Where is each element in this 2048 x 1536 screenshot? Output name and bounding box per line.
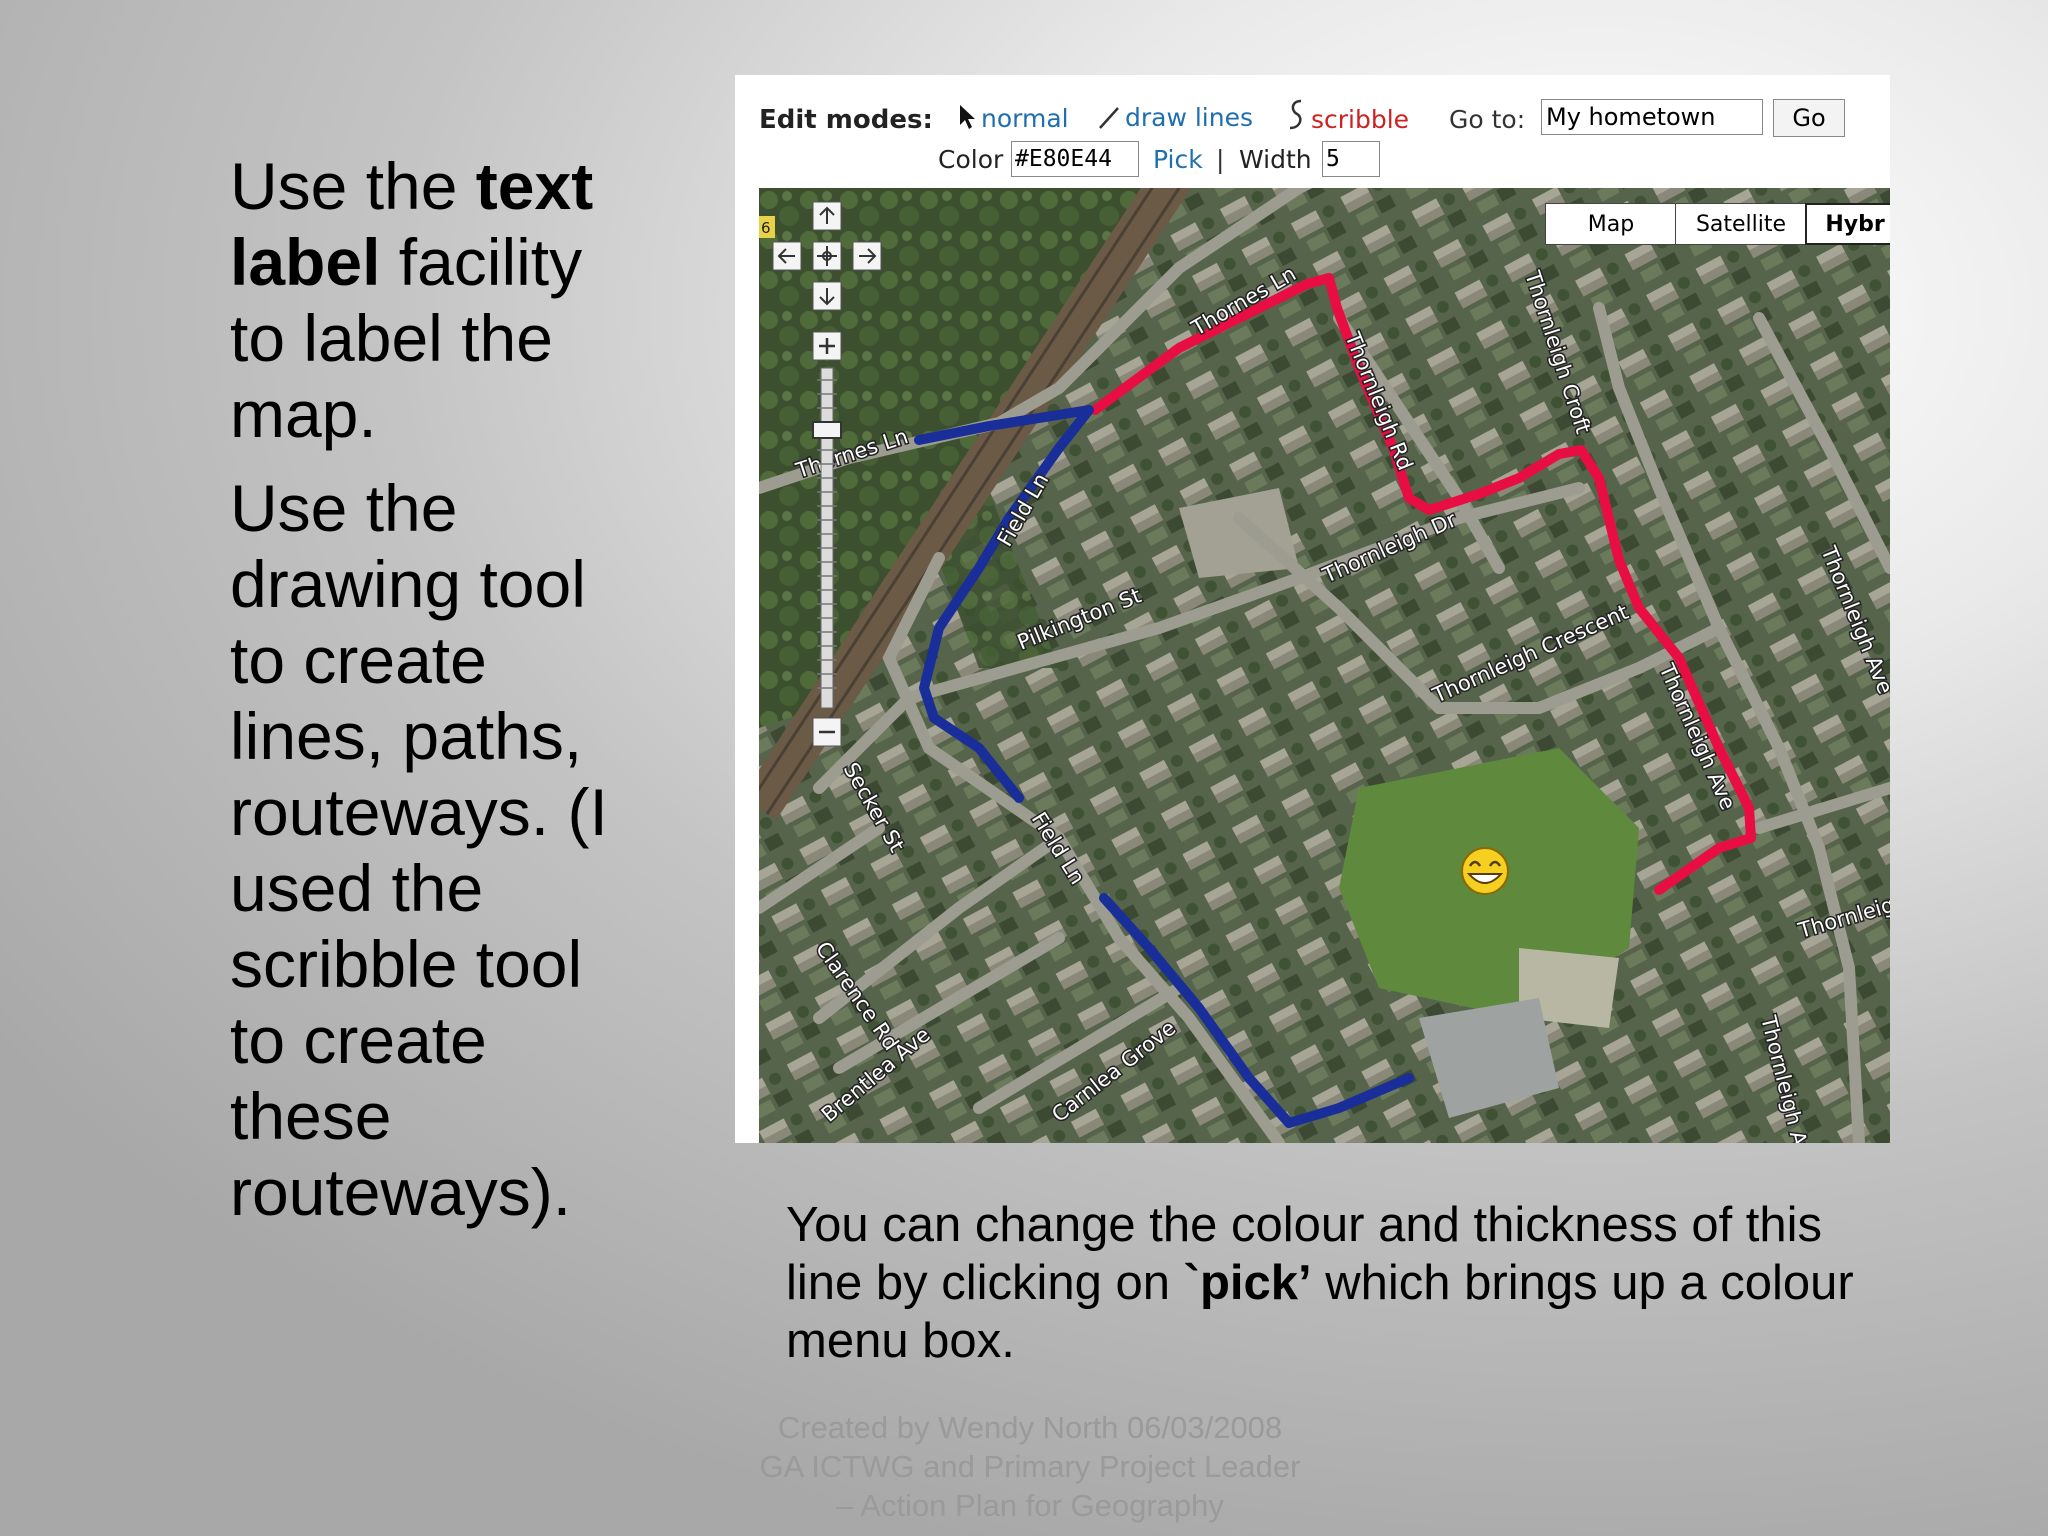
goto-label: Go to:	[1449, 105, 1526, 134]
zoom-slider-track[interactable]	[820, 367, 834, 709]
width-label: Width	[1239, 145, 1312, 174]
footer-line: – Action Plan for Geography	[836, 1488, 1224, 1523]
instruction-text-label: Use the text label facility to label the…	[230, 148, 650, 452]
map-editor-screenshot: Edit modes: normal draw lines scribble G…	[735, 75, 1890, 1143]
scribble-icon	[1289, 99, 1302, 129]
color-label: Color	[938, 145, 1004, 174]
mode-draw-lines-label: draw lines	[1125, 103, 1254, 132]
zoom-out-button[interactable]	[812, 717, 842, 747]
goto-input[interactable]	[1541, 99, 1763, 135]
caption-text: You can change the colour and thickness …	[786, 1196, 1886, 1370]
caption-bold-text: `pick’	[1183, 1256, 1312, 1310]
instruction-text-drawing: Use the drawing tool to create lines, pa…	[230, 471, 608, 1229]
pan-left-button[interactable]	[772, 241, 802, 271]
zoom-in-button[interactable]	[812, 331, 842, 361]
arrow-cursor-icon	[960, 105, 975, 129]
toolbar-separator: |	[1216, 145, 1225, 174]
map-canvas: Thornes Ln Thornes Ln Field Ln Pilkingto…	[759, 188, 1890, 1143]
pan-down-button[interactable]	[812, 281, 842, 311]
edit-toolbar: Edit modes: normal draw lines scribble G…	[735, 75, 1890, 187]
instruction-text-part: Use the	[230, 149, 476, 223]
grinning-smiley-icon[interactable]	[1461, 847, 1509, 895]
mode-draw-lines[interactable]: draw lines	[1097, 103, 1253, 132]
scale-marker-label: 6	[761, 219, 771, 237]
color-input[interactable]	[1011, 141, 1139, 177]
mode-scribble[interactable]: scribble	[1285, 95, 1409, 134]
satellite-map[interactable]: Thornes Ln Thornes Ln Field Ln Pilkingto…	[759, 188, 1890, 1143]
footer-line: Created by Wendy North 06/03/2008	[777, 1410, 1283, 1445]
mode-scribble-label: scribble	[1311, 105, 1410, 134]
mode-normal[interactable]: normal	[957, 103, 1069, 133]
go-button[interactable]: Go	[1773, 99, 1845, 137]
zoom-slider-handle[interactable]	[812, 421, 842, 439]
line-icon	[1099, 106, 1119, 129]
mode-normal-label: normal	[981, 103, 1069, 133]
pan-up-button[interactable]	[812, 201, 842, 231]
width-input[interactable]	[1322, 141, 1380, 177]
pan-right-button[interactable]	[852, 241, 882, 271]
footer-credit: Created by Wendy North 06/03/2008 GA ICT…	[700, 1408, 1360, 1525]
pan-center-button[interactable]	[812, 241, 842, 271]
map-type-hybrid-button[interactable]: Hybr	[1805, 203, 1890, 245]
pick-link[interactable]: Pick	[1153, 145, 1203, 174]
footer-line: GA ICTWG and Primary Project Leader	[759, 1449, 1301, 1484]
edit-modes-label: Edit modes:	[759, 105, 933, 135]
map-type-map-button[interactable]: Map	[1545, 203, 1677, 245]
map-type-satellite-button[interactable]: Satellite	[1675, 203, 1807, 245]
